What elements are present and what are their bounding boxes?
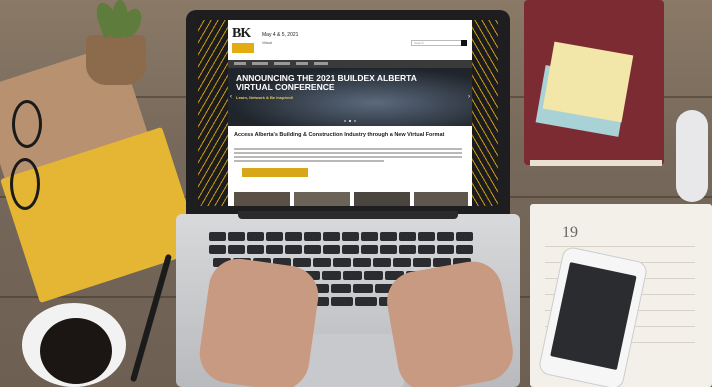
- keyboard-key[interactable]: [418, 245, 435, 254]
- keyboard-key[interactable]: [322, 271, 341, 280]
- thumbnail-image[interactable]: [294, 192, 350, 206]
- glasses-lens-icon: [10, 158, 40, 210]
- keyboard-key[interactable]: [380, 245, 397, 254]
- keyboard-key[interactable]: [304, 232, 321, 241]
- keyboard-key[interactable]: [331, 297, 353, 306]
- cta-button[interactable]: [242, 168, 308, 177]
- carousel-dot[interactable]: [354, 120, 356, 122]
- hero-banner: ANNOUNCING THE 2021 BUILDEX ALBERTA VIRT…: [228, 68, 472, 126]
- thumbnail-image[interactable]: [234, 192, 290, 206]
- keyboard-key[interactable]: [418, 232, 435, 241]
- sticky-note-yellow: [542, 41, 634, 123]
- keyboard-key[interactable]: [413, 258, 431, 267]
- keyboard-key[interactable]: [393, 258, 411, 267]
- thumbnail-image[interactable]: [354, 192, 410, 206]
- keyboard-key[interactable]: [209, 232, 226, 241]
- keyboard-key[interactable]: [247, 245, 264, 254]
- nav-item[interactable]: [314, 62, 328, 65]
- keyboard-key[interactable]: [361, 232, 378, 241]
- keyboard-key[interactable]: [353, 284, 373, 293]
- keyboard-key[interactable]: [373, 258, 391, 267]
- keyboard-key[interactable]: [209, 245, 226, 254]
- keyboard-key[interactable]: [266, 245, 283, 254]
- keyboard-key[interactable]: [293, 258, 311, 267]
- keyboard-key[interactable]: [313, 258, 331, 267]
- keyboard-key[interactable]: [342, 232, 359, 241]
- nav-item[interactable]: [274, 62, 290, 65]
- carousel-next-icon[interactable]: ›: [468, 94, 470, 100]
- hero-subtitle: Learn, Network & Be Inspired!: [236, 95, 294, 100]
- event-date: May 4 & 5, 2021: [262, 32, 299, 38]
- carousel-prev-icon[interactable]: ‹: [230, 94, 232, 100]
- event-venue: Virtual: [262, 41, 272, 45]
- keyboard-key[interactable]: [304, 245, 321, 254]
- keyboard-key[interactable]: [323, 232, 340, 241]
- left-hand: [195, 254, 323, 387]
- computer-mouse: [676, 110, 708, 202]
- keyboard-key[interactable]: [399, 232, 416, 241]
- keyboard-key[interactable]: [323, 245, 340, 254]
- nav-item[interactable]: [234, 62, 246, 65]
- glasses-lens-icon: [12, 100, 42, 148]
- site-header: [228, 20, 472, 58]
- search-button[interactable]: [461, 40, 467, 46]
- hazard-stripe-right: [472, 20, 498, 206]
- keyboard-key[interactable]: [331, 284, 351, 293]
- search-input[interactable]: Search: [411, 40, 465, 46]
- keyboard-key[interactable]: [285, 232, 302, 241]
- keyboard-key[interactable]: [364, 271, 383, 280]
- logo-letters: BK: [232, 26, 251, 41]
- keyboard-key[interactable]: [342, 245, 359, 254]
- carousel-dot[interactable]: [344, 120, 346, 122]
- keyboard-key[interactable]: [399, 245, 416, 254]
- nav-item[interactable]: [252, 62, 268, 65]
- thumbnail-image[interactable]: [414, 192, 468, 206]
- keyboard-key[interactable]: [437, 245, 454, 254]
- carousel-dot[interactable]: [349, 120, 351, 122]
- right-hand: [382, 256, 518, 387]
- keyboard-key[interactable]: [456, 245, 473, 254]
- laptop-screen: BK May 4 & 5, 2021 Virtual Search ANNOUN…: [198, 20, 498, 206]
- keyboard-key[interactable]: [380, 232, 397, 241]
- hazard-stripe-left: [198, 20, 228, 206]
- journal-page-number: 19: [562, 224, 578, 241]
- paragraph-line: [234, 160, 384, 162]
- keyboard-key[interactable]: [266, 232, 283, 241]
- section-heading: Access Alberta's Building & Construction…: [234, 132, 445, 138]
- keyboard-key[interactable]: [285, 245, 302, 254]
- keyboard-key[interactable]: [228, 232, 245, 241]
- paragraph-line: [234, 148, 462, 150]
- buildex-logo[interactable]: BK: [232, 27, 254, 55]
- keyboard-key[interactable]: [456, 232, 473, 241]
- coffee: [40, 318, 112, 384]
- keyboard-key[interactable]: [437, 232, 454, 241]
- paragraph-line: [234, 156, 462, 158]
- laptop-hinge: [238, 211, 458, 219]
- plant-pot: [86, 35, 146, 85]
- keyboard-key[interactable]: [353, 258, 371, 267]
- site-nav: [228, 60, 472, 68]
- journal-line: [545, 246, 695, 247]
- keyboard-key[interactable]: [333, 258, 351, 267]
- nav-item[interactable]: [296, 62, 308, 65]
- hero-title: ANNOUNCING THE 2021 BUILDEX ALBERTA VIRT…: [236, 73, 417, 92]
- keyboard-key[interactable]: [361, 245, 378, 254]
- notebook-pages: [530, 160, 662, 166]
- keyboard-key[interactable]: [355, 297, 377, 306]
- keyboard-key[interactable]: [343, 271, 362, 280]
- logo-gold-bar: [232, 43, 254, 53]
- paragraph-line: [234, 152, 462, 154]
- phone-screen: [550, 262, 637, 371]
- keyboard-key[interactable]: [228, 245, 245, 254]
- keyboard-key[interactable]: [247, 232, 264, 241]
